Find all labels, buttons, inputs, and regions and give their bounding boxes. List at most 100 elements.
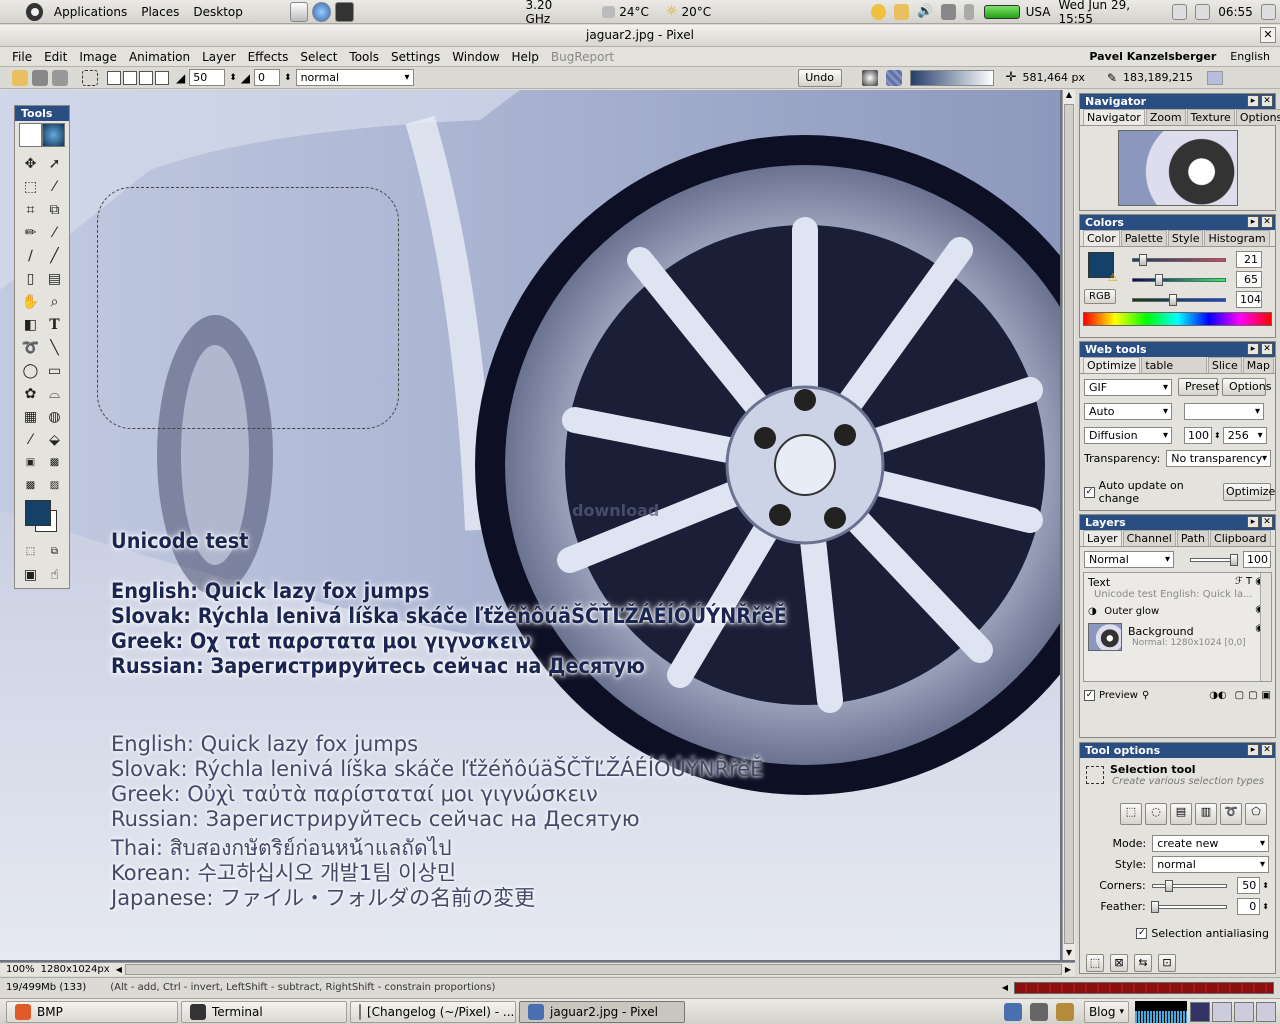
intersect-selection-icon[interactable]	[155, 70, 169, 85]
layer-opacity-slider[interactable]	[1190, 553, 1238, 566]
path-tool-icon[interactable]: ╲	[43, 336, 66, 359]
globe-tool-icon[interactable]: ◍	[43, 405, 66, 428]
colors-count-select[interactable]: 256	[1222, 427, 1267, 444]
marquee-selection[interactable]	[97, 187, 399, 429]
panel-close-icon[interactable]: ✕	[1261, 216, 1273, 228]
tab-style[interactable]: Style	[1167, 230, 1204, 246]
swap-mode-icon[interactable]: ▩	[19, 474, 42, 497]
menu-help[interactable]: Help	[506, 50, 545, 64]
note-tool-icon[interactable]: ▦	[19, 405, 42, 428]
move-tool-icon[interactable]: ✥	[19, 152, 42, 175]
tab-navigator[interactable]: Navigator	[1083, 109, 1145, 125]
lasso-tool-icon[interactable]: ➰	[19, 336, 42, 359]
lasso-select-icon[interactable]: ➰	[1220, 803, 1242, 825]
panel-menu-icon[interactable]: ▸	[1247, 95, 1259, 107]
hand-tool-icon[interactable]: ✋	[19, 290, 42, 313]
dither-stepper-icon[interactable]: ⬍	[1214, 431, 1221, 440]
open-icon[interactable]	[12, 69, 28, 86]
tab-texture[interactable]: Texture	[1186, 109, 1235, 125]
tab-path[interactable]: Path	[1176, 530, 1210, 546]
palette-select[interactable]: Auto	[1084, 403, 1172, 420]
show-desktop-icon[interactable]	[1171, 3, 1188, 20]
ellipse-select-icon[interactable]: ◌	[1145, 803, 1167, 825]
stepper-1-icon[interactable]: ⬍	[229, 73, 237, 83]
size-field-2[interactable]: 0	[254, 69, 281, 86]
language-selector[interactable]: English	[1230, 50, 1270, 63]
scroll-up-icon[interactable]: ▲	[1063, 90, 1075, 102]
gradient-tool-icon[interactable]: ◧	[19, 313, 42, 336]
feather-slider[interactable]	[1150, 900, 1227, 913]
vertical-scrollbar[interactable]: ▲ ▼	[1062, 90, 1075, 960]
color-model-button[interactable]: RGB	[1084, 289, 1116, 304]
workspace-1[interactable]	[1190, 1001, 1210, 1022]
rect-select-icon[interactable]: ⬚	[1120, 803, 1142, 825]
menu-tools[interactable]: Tools	[343, 50, 385, 64]
save-icon[interactable]	[32, 69, 48, 86]
duplicate-layer-icon[interactable]: ▢	[1248, 690, 1257, 701]
feather-value[interactable]: 0	[1236, 898, 1261, 915]
green-value[interactable]: 65	[1236, 271, 1262, 288]
rectangle-tool-icon[interactable]: ▭	[43, 359, 66, 382]
launcher-home-icon[interactable]	[289, 1, 309, 22]
print-icon[interactable]	[52, 69, 68, 86]
task-terminal[interactable]: Terminal	[181, 1000, 347, 1023]
airbrush-tool-icon[interactable]: ∕	[19, 244, 42, 267]
selection-mode-icon[interactable]	[82, 69, 98, 86]
workspace-icon[interactable]	[1195, 3, 1211, 20]
stamp-tool-icon[interactable]: ▤	[43, 267, 66, 290]
preset-button[interactable]: Preset	[1178, 378, 1219, 396]
menu-layer[interactable]: Layer	[196, 50, 241, 64]
optimize-button[interactable]: Optimize	[1223, 483, 1275, 501]
menu-applications[interactable]: Applications	[47, 5, 134, 19]
tab-optimize[interactable]: Optimize	[1083, 357, 1141, 373]
clock-datetime[interactable]: Wed Jun 29, 15:55	[1058, 0, 1161, 26]
link-icon[interactable]: ⚲	[1142, 690, 1149, 701]
tab-histogram[interactable]: Histogram	[1204, 230, 1270, 246]
launcher-browser-icon[interactable]	[312, 1, 332, 22]
volume-icon[interactable]: 🔊	[917, 4, 933, 20]
menu-effects[interactable]: Effects	[242, 50, 295, 64]
window-close-icon[interactable]: ✕	[1260, 27, 1276, 43]
brush-preview-icon[interactable]	[861, 69, 878, 86]
menu-settings[interactable]: Settings	[385, 50, 446, 64]
delete-layer-icon[interactable]: ▣	[1262, 690, 1271, 701]
crop-tool-icon[interactable]: ⌗	[19, 198, 42, 221]
subtract-selection-icon[interactable]	[139, 70, 153, 85]
panel-menu-icon[interactable]: ▸	[1247, 343, 1259, 355]
column-select-icon[interactable]: ▥	[1195, 803, 1217, 825]
corners-value[interactable]: 50	[1236, 877, 1261, 894]
green-slider[interactable]	[1132, 274, 1226, 286]
tab-clipboard[interactable]: Clipboard	[1210, 530, 1271, 546]
layer-row-outer-glow[interactable]: ◑ Outer glow ◉	[1088, 604, 1266, 620]
vertical-scroll-thumb[interactable]	[1064, 104, 1074, 944]
magic-wand-icon[interactable]: ⁄	[43, 175, 66, 198]
menu-image[interactable]: Image	[73, 50, 123, 64]
panel-close-icon[interactable]: ✕	[1261, 516, 1273, 528]
layer-row-background[interactable]: Background Normal: 1280x1024 [0,0] ◉	[1088, 623, 1266, 653]
status-scroll-icon[interactable]: ◀	[1002, 983, 1008, 992]
workspace-4[interactable]	[1256, 1001, 1276, 1022]
select-all-icon[interactable]: ⬚	[1086, 954, 1104, 972]
foreground-color[interactable]	[25, 500, 51, 526]
tab-slice[interactable]: Slice	[1207, 357, 1242, 373]
screen-mode-icon[interactable]: ⬚	[19, 540, 42, 563]
panel-menu-icon[interactable]: ▸	[1247, 744, 1259, 756]
scroll-left-icon[interactable]: ◀	[116, 965, 122, 974]
add-selection-icon[interactable]	[123, 70, 137, 85]
panel-menu-icon[interactable]: ▸	[1247, 216, 1259, 228]
folder-icon[interactable]	[894, 3, 910, 20]
image-canvas[interactable]: download Unicode test English: Quick laz…	[0, 90, 1060, 960]
panel-close-icon[interactable]: ✕	[1261, 343, 1273, 355]
brush-tool-icon[interactable]: ⁄	[43, 221, 66, 244]
tray-app-icon-1[interactable]	[1003, 1002, 1022, 1021]
panel-close-icon[interactable]: ✕	[1261, 95, 1273, 107]
dither-amount[interactable]: 100	[1184, 427, 1212, 444]
user-icon[interactable]	[871, 3, 887, 20]
pointer-tool-icon[interactable]: ➚	[43, 152, 66, 175]
mode-select[interactable]: create new	[1152, 835, 1269, 852]
jump-icon[interactable]: ☝	[43, 563, 66, 586]
menu-places[interactable]: Places	[134, 5, 186, 19]
network-icon[interactable]	[941, 3, 957, 20]
format-select[interactable]: GIF	[1084, 378, 1172, 396]
tab-palette[interactable]: Palette	[1120, 230, 1167, 246]
